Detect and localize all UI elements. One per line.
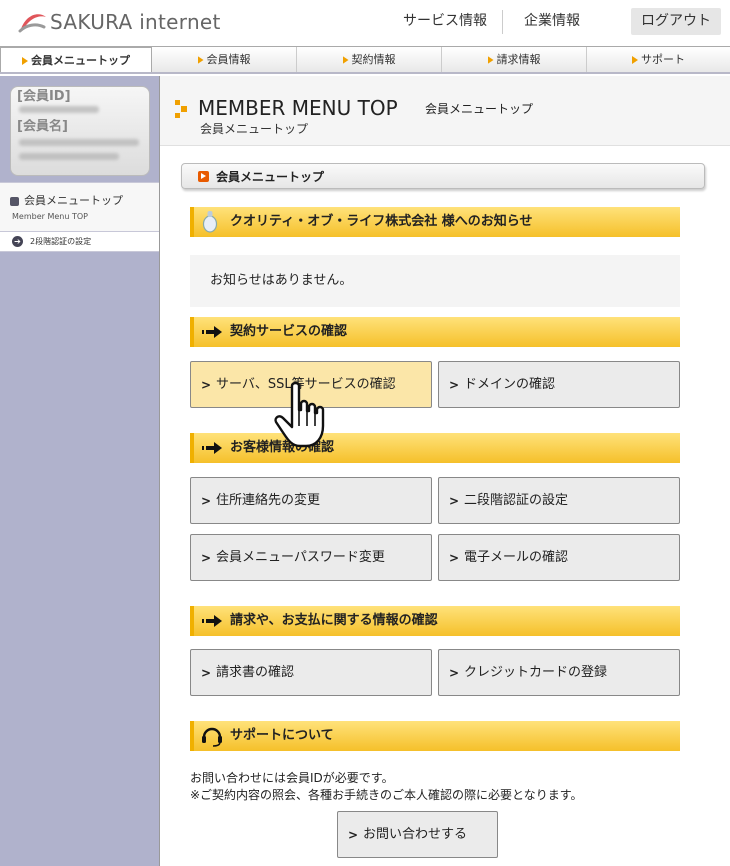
tab-marker-icon: [487, 56, 494, 64]
breadcrumb-label: 会員メニュートップ: [216, 170, 325, 184]
breadcrumb: 会員メニュートップ: [181, 163, 705, 189]
member-name-value-redacted: [19, 139, 139, 146]
arrow-right-icon: [202, 326, 222, 338]
tab-label: 会員メニュートップ: [31, 54, 130, 67]
chevron-right-icon: >: [449, 494, 460, 508]
chevron-right-icon: >: [449, 378, 460, 392]
button-label: 住所連絡先の変更: [216, 493, 321, 508]
chevron-right-icon: >: [449, 666, 460, 680]
sidebar-item-sublabel: Member Menu TOP: [12, 212, 88, 221]
title-arrow-icon: [175, 100, 187, 118]
tab-label: 契約情報: [351, 53, 396, 66]
play-icon: [198, 171, 209, 182]
member-id-value-redacted: [19, 106, 99, 113]
tab-contract-info[interactable]: 契約情報: [297, 47, 442, 72]
sidebar-item-member-menu-top[interactable]: 会員メニュートップ Member Menu TOP: [0, 182, 159, 232]
chevron-right-icon: >: [348, 828, 359, 842]
service-info-link[interactable]: サービス情報: [395, 8, 495, 34]
sidebar-item-label: 会員メニュートップ: [24, 194, 123, 207]
tab-label: 会員情報: [206, 53, 251, 66]
hand-pointer-icon: [274, 381, 325, 448]
button-label: 電子メールの確認: [464, 550, 569, 565]
chevron-right-icon: >: [201, 666, 212, 680]
support-title: サポートについて: [230, 728, 334, 743]
sidebar-subitem-label: 2段階認証の設定: [30, 237, 92, 246]
top-navigation: 会員メニュートップ 会員情報 契約情報 請求情報 サポート: [0, 46, 730, 74]
chevron-right-icon: >: [201, 494, 212, 508]
tab-marker-icon: [342, 56, 349, 64]
contract-section-header: 契約サービスの確認: [190, 317, 680, 347]
page-title-ja: 会員メニュートップ: [425, 102, 534, 116]
company-info-link[interactable]: 企業情報: [511, 8, 593, 34]
tab-member-info[interactable]: 会員情報: [152, 47, 297, 72]
menu-square-icon: [10, 197, 19, 206]
button-label: クレジットカードの登録: [464, 665, 608, 680]
credit-card-register-button[interactable]: > クレジットカードの登録: [438, 649, 680, 696]
support-note-2: ※ご契約内容の照会、各種お手続きのご本人確認の際に必要となります。: [190, 788, 583, 802]
two-factor-settings-button[interactable]: > 二段階認証の設定: [438, 477, 680, 524]
address-change-button[interactable]: > 住所連絡先の変更: [190, 477, 432, 524]
contact-button[interactable]: > お問い合わせする: [337, 811, 498, 858]
member-name-value-redacted: [19, 153, 119, 160]
arrow-right-icon: [202, 615, 222, 627]
tab-support[interactable]: サポート: [587, 47, 730, 72]
billing-section-header: 請求や、お支払に関する情報の確認: [190, 606, 680, 636]
arrow-circle-icon: ➔: [12, 236, 23, 247]
contract-title: 契約サービスの確認: [230, 324, 348, 339]
header-divider: [502, 10, 503, 34]
sakura-logo[interactable]: SAKURA internet: [18, 5, 248, 39]
headset-icon: [202, 727, 222, 747]
logout-button[interactable]: ログアウト: [631, 8, 721, 35]
tab-marker-icon: [197, 56, 204, 64]
button-label: ドメインの確認: [464, 377, 556, 392]
tab-label: 請求情報: [496, 53, 541, 66]
tab-marker-icon: [632, 56, 638, 64]
chevron-right-icon: >: [201, 551, 212, 565]
member-id-label: [会員ID]: [17, 89, 71, 104]
contact-button-label: お問い合わせする: [363, 827, 468, 842]
button-label: 二段階認証の設定: [464, 493, 569, 508]
sakura-logo-icon: [18, 14, 46, 33]
member-name-label: [会員名]: [17, 119, 68, 134]
tab-member-menu-top[interactable]: 会員メニュートップ: [0, 47, 152, 72]
customer-section-header: お客様情報の確認: [190, 433, 680, 463]
chevron-right-icon: >: [449, 551, 460, 565]
page-subtitle: 会員メニュートップ: [200, 122, 309, 136]
page-title-area: MEMBER MENU TOP 会員メニュートップ 会員メニュートップ: [160, 76, 730, 146]
lightbulb-icon: [202, 211, 218, 233]
chevron-right-icon: >: [201, 378, 212, 392]
support-note-1: お問い合わせには会員IDが必要です。: [190, 771, 394, 785]
domain-check-button[interactable]: > ドメインの確認: [438, 361, 680, 408]
site-header: SAKURA internet サービス情報 企業情報 ログアウト: [0, 0, 730, 46]
tab-billing-info[interactable]: 請求情報: [442, 47, 587, 72]
member-info-box: [会員ID] [会員名]: [10, 86, 150, 176]
email-check-button[interactable]: > 電子メールの確認: [438, 534, 680, 581]
page-title: MEMBER MENU TOP: [198, 96, 398, 120]
notice-box: お知らせはありません。: [190, 255, 680, 307]
invoice-check-button[interactable]: > 請求書の確認: [190, 649, 432, 696]
tab-label: サポート: [641, 53, 685, 66]
arrow-right-icon: [202, 442, 222, 454]
tab-marker-icon: [22, 57, 28, 65]
notice-section-header: クオリティ・オブ・ライフ株式会社 様へのお知らせ: [190, 207, 680, 237]
notice-text: お知らせはありません。: [210, 273, 353, 288]
billing-title: 請求や、お支払に関する情報の確認: [230, 613, 438, 628]
password-change-button[interactable]: > 会員メニューパスワード変更: [190, 534, 432, 581]
logo-text: SAKURA internet: [50, 10, 221, 34]
button-label: 会員メニューパスワード変更: [216, 550, 385, 565]
support-section-header: サポートについて: [190, 721, 680, 751]
notice-title: クオリティ・オブ・ライフ株式会社 様へのお知らせ: [230, 214, 533, 229]
sidebar-item-two-factor[interactable]: ➔ 2段階認証の設定: [0, 232, 159, 252]
button-label: 請求書の確認: [216, 665, 295, 680]
